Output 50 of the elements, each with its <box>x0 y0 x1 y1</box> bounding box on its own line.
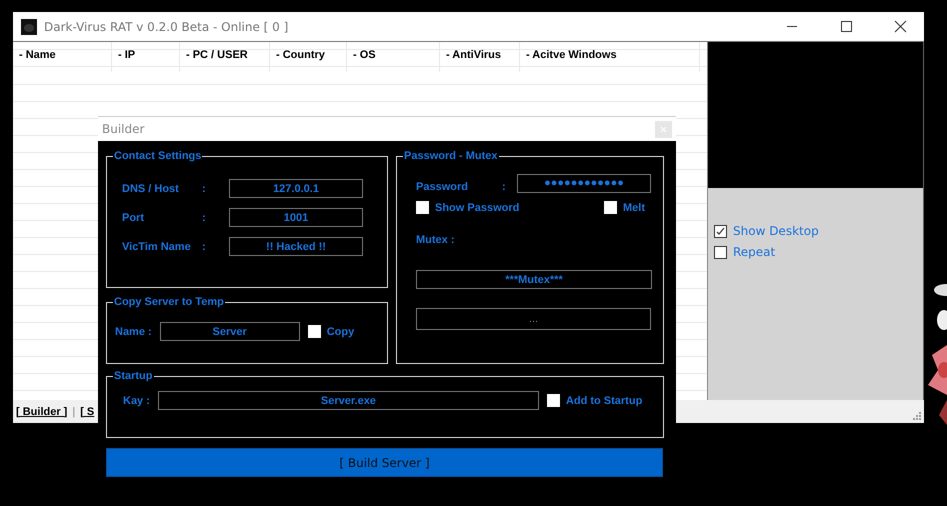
resize-grip-icon[interactable] <box>912 411 921 420</box>
colon: : <box>202 212 207 224</box>
field-label: Kay : <box>123 394 150 406</box>
checkbox[interactable] <box>714 224 727 238</box>
checkbox-label[interactable]: Show Desktop <box>733 224 819 238</box>
tab-link[interactable]: [ S <box>80 406 94 418</box>
group-title: Startup <box>113 370 154 382</box>
input-field[interactable]: Server.exe <box>158 391 539 410</box>
colon: : <box>502 180 507 193</box>
checkbox[interactable] <box>416 201 429 214</box>
column-header[interactable]: - OS <box>347 42 440 72</box>
dialog-title: Builder <box>102 122 144 136</box>
checkbox[interactable] <box>308 325 321 338</box>
password-field[interactable]: ●●●●●●●●●●●● <box>517 174 651 192</box>
checkbox[interactable] <box>714 246 727 258</box>
column-header[interactable]: - PC / USER <box>180 42 270 72</box>
input-field[interactable]: !! Hacked !! <box>229 237 363 256</box>
group-title: Password - Mutex <box>403 150 499 162</box>
group-title: Contact Settings <box>113 150 202 162</box>
input-field[interactable]: Server <box>160 322 300 341</box>
input-field[interactable]: ... <box>416 308 651 330</box>
field-label: Name : <box>115 326 152 338</box>
separator: | <box>72 406 76 418</box>
field-label: Password <box>415 180 469 193</box>
colon: : <box>202 182 207 194</box>
checkbox-label[interactable]: Melt <box>623 202 645 214</box>
checkbox-label[interactable]: Add to Startup <box>566 394 642 406</box>
field-label: Mutex : <box>416 234 454 246</box>
field-label: VicTim Name <box>122 240 192 252</box>
checkbox-label[interactable]: Repeat <box>733 245 776 259</box>
column-header[interactable]: - Country <box>270 42 347 72</box>
checkbox-label[interactable]: Show Password <box>435 202 520 214</box>
field-label: DNS / Host <box>122 182 180 194</box>
app-icon <box>21 18 37 34</box>
tab-link[interactable]: [ Builder ] <box>16 406 68 418</box>
input-field[interactable]: 127.0.0.1 <box>229 179 363 198</box>
colon: : <box>202 240 207 252</box>
column-header[interactable]: - Acitve Windows <box>520 42 700 72</box>
input-field[interactable]: ***Mutex*** <box>416 270 652 289</box>
group-title: Copy Server to Temp <box>113 296 225 308</box>
column-header[interactable]: - IP <box>112 42 180 72</box>
column-header[interactable]: - AntiVirus <box>440 42 520 72</box>
column-header[interactable]: - Name <box>13 42 112 72</box>
checkbox[interactable] <box>546 394 560 407</box>
window-title: Dark-Virus RAT v 0.2.0 Beta - Online [ 0 ] <box>44 20 290 34</box>
build-server-button[interactable]: [ Build Server ] <box>106 448 663 477</box>
checkbox[interactable] <box>604 201 617 214</box>
checkbox-label[interactable]: Copy <box>326 326 354 338</box>
field-label: Port <box>122 212 145 224</box>
input-field[interactable]: 1001 <box>229 208 363 227</box>
